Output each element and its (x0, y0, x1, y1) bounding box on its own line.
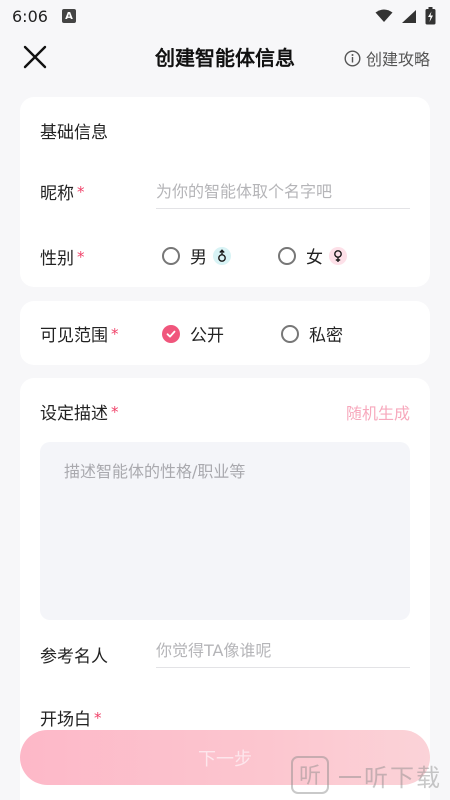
nickname-input[interactable] (156, 175, 410, 209)
gender-label-text: 性别 (40, 249, 74, 269)
female-icon (329, 246, 347, 265)
required-mark: * (111, 402, 119, 421)
required-mark: * (77, 247, 85, 266)
reference-label: 参考名人 (40, 642, 108, 667)
battery-icon (425, 7, 436, 25)
close-icon (23, 45, 47, 69)
reference-celebrity-input[interactable] (156, 634, 410, 668)
setting-label-text: 设定描述 (40, 404, 108, 424)
cellular-signal-icon (402, 9, 416, 23)
public-label: 公开 (190, 326, 224, 346)
visibility-label-text: 可见范围 (40, 326, 108, 346)
female-label: 女 (306, 248, 323, 268)
basic-info-title: 基础信息 (40, 123, 108, 143)
visibility-option-private[interactable]: 私密 (281, 321, 343, 346)
wifi-icon (375, 9, 393, 22)
nickname-label: 昵称 * (40, 179, 85, 205)
nickname-label-text: 昵称 (40, 184, 74, 204)
gender-option-female[interactable]: 女 (278, 243, 347, 268)
visibility-label: 可见范围 * (40, 321, 119, 347)
basic-info-card: 基础信息 昵称 * 性别 * 男 女 (20, 97, 430, 287)
private-radio[interactable] (281, 324, 299, 343)
opening-label-text: 开场白 (40, 710, 91, 730)
female-radio[interactable] (278, 246, 296, 265)
visibility-option-public[interactable]: 公开 (162, 321, 224, 346)
male-label: 男 (190, 248, 207, 268)
random-generate-button[interactable]: 随机生成 (346, 400, 410, 424)
setting-label: 设定描述 * (40, 399, 119, 425)
reference-label-text: 参考名人 (40, 647, 108, 667)
required-mark: * (77, 182, 85, 201)
notification-icon: A (61, 9, 76, 23)
visibility-card: 可见范围 * 公开 私密 (20, 301, 430, 365)
required-mark: * (94, 708, 102, 727)
private-label: 私密 (309, 326, 343, 346)
creation-guide-label: 创建攻略 (365, 50, 430, 69)
top-app-bar: 创建智能体信息 创建攻略 (0, 32, 450, 82)
gender-option-male[interactable]: 男 (162, 243, 231, 268)
info-icon (344, 49, 361, 67)
required-mark: * (111, 324, 119, 343)
close-button[interactable] (22, 44, 48, 70)
gender-label: 性别 * (40, 244, 85, 270)
male-icon (213, 246, 231, 265)
setting-description-input[interactable] (40, 442, 410, 620)
status-bar: 6:06 A (0, 0, 450, 32)
creation-guide-link[interactable]: 创建攻略 (344, 46, 430, 70)
status-indicators (375, 7, 436, 25)
check-icon (166, 330, 176, 337)
opening-label: 开场白 * (40, 705, 102, 731)
public-radio[interactable] (162, 324, 180, 343)
male-radio[interactable] (162, 246, 180, 265)
status-time: 6:06 (12, 6, 48, 26)
next-step-button[interactable]: 下一步 (20, 730, 430, 785)
